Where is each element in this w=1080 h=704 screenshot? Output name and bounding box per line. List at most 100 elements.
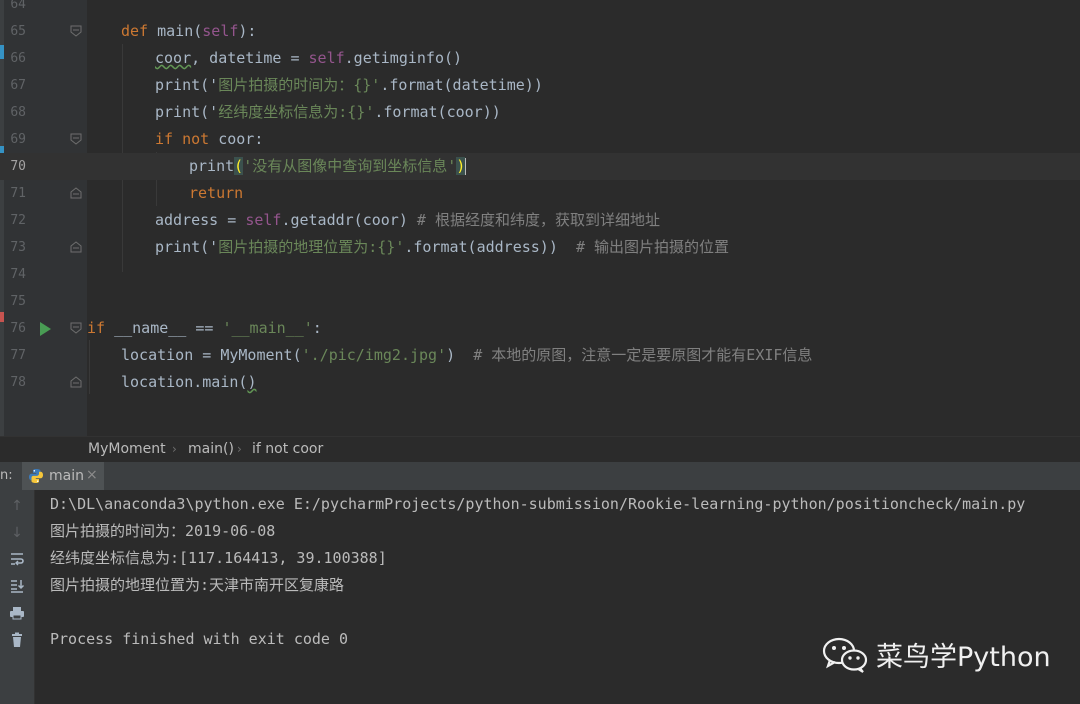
code-token: coor	[155, 49, 192, 67]
code-token: location.main(	[121, 373, 248, 391]
code-line[interactable]: 66 coor, datetime = self.getimginfo()	[0, 45, 1080, 72]
code-line[interactable]: 77 location = MyMoment('./pic/img2.jpg')…	[0, 342, 1080, 369]
console-line-command: D:\DL\anaconda3\python.exe E:/pycharmPro…	[50, 495, 1026, 513]
code-line[interactable]: 69 if not coor:	[0, 126, 1080, 153]
line-number: 70	[10, 159, 26, 174]
breadcrumb-item-class[interactable]: MyMoment	[88, 441, 166, 457]
fold-end-icon[interactable]	[70, 376, 82, 388]
line-number: 69	[10, 132, 26, 147]
code-token: )	[446, 346, 474, 364]
code-token: self	[245, 211, 282, 229]
up-arrow-icon[interactable]: ↑	[8, 497, 26, 515]
code-line[interactable]: 76 if __name__ == '__main__':	[0, 315, 1080, 342]
code-token: __name__ ==	[105, 319, 223, 337]
code-token: print('	[155, 238, 219, 256]
breadcrumb-item-function[interactable]: main()	[188, 441, 234, 457]
code-line[interactable]: 78 location.main()	[0, 369, 1080, 396]
code-line[interactable]: 74	[0, 261, 1080, 288]
trash-icon[interactable]	[8, 632, 26, 650]
code-token: '	[395, 238, 405, 256]
code-line[interactable]: 71 return	[0, 180, 1080, 207]
code-token: .getimginfo()	[344, 49, 463, 67]
code-token: (	[193, 22, 203, 40]
line-number: 65	[10, 24, 26, 39]
code-token: :	[312, 319, 322, 337]
code-line[interactable]: 67 print('图片拍摄的时间为：{}'.format(datetime))	[0, 72, 1080, 99]
code-line[interactable]: 65 def main(self):	[0, 18, 1080, 45]
code-comment: # 本地的原图，注意一定是要原图才能有EXIF信息	[473, 346, 813, 364]
code-token: print('	[155, 76, 219, 94]
code-token: './pic/img2.jpg'	[301, 346, 447, 364]
console-line: 经纬度坐标信息为:[117.164413, 39.100388]	[50, 549, 387, 567]
line-number: 76	[10, 321, 26, 336]
code-editor[interactable]: 64 65 def main(self): 66 coor, datetime …	[0, 0, 1080, 436]
line-number: 74	[10, 267, 26, 282]
print-icon[interactable]	[8, 605, 26, 623]
code-token: def	[121, 22, 149, 40]
fold-end-icon[interactable]	[70, 187, 82, 199]
code-token: if	[87, 319, 106, 337]
code-token: .format(coor))	[374, 103, 501, 121]
code-line[interactable]: 64	[0, 0, 1080, 18]
python-icon	[29, 469, 43, 483]
run-tab-main[interactable]: main ×	[22, 462, 104, 490]
console-line: 图片拍摄的地理位置为:天津市南开区复康路	[50, 576, 345, 594]
code-token: '	[371, 76, 381, 94]
code-token: .format(datetime))	[380, 76, 543, 94]
code-comment: # 输出图片拍摄的位置	[575, 238, 729, 256]
code-token: '	[365, 103, 375, 121]
line-number: 78	[10, 375, 26, 390]
code-token: , datetime =	[191, 49, 309, 67]
line-number: 72	[10, 213, 26, 228]
code-token: not	[182, 130, 210, 148]
code-line[interactable]: 68 print('经纬度坐标信息为:{}'.format(coor))	[0, 99, 1080, 126]
code-token: .format(address))	[404, 238, 576, 256]
console-line: 图片拍摄的时间为：2019-06-08	[50, 522, 276, 540]
code-token: address =	[155, 211, 246, 229]
text-caret	[465, 158, 467, 175]
run-toolbar: ↑ ↓	[0, 490, 35, 704]
code-token: location = MyMoment(	[121, 346, 302, 364]
soft-wrap-icon[interactable]	[8, 551, 26, 569]
code-line[interactable]: 73 print('图片拍摄的地理位置为:{}'.format(address)…	[0, 234, 1080, 261]
breadcrumb-item-block[interactable]: if not coor	[252, 441, 323, 457]
line-number: 71	[10, 186, 26, 201]
code-token: '没有从图像中查询到坐标信息'	[243, 157, 457, 175]
fold-toggle-icon[interactable]	[70, 322, 82, 334]
code-token: coor:	[209, 130, 264, 148]
matched-bracket: )	[456, 157, 466, 175]
close-tab-icon[interactable]: ×	[86, 467, 98, 483]
breadcrumb: MyMoment › main() › if not coor	[0, 436, 1080, 463]
code-line-current[interactable]: 70 print('没有从图像中查询到坐标信息')	[0, 153, 1080, 180]
line-number: 64	[10, 0, 26, 12]
code-token: main	[148, 22, 194, 40]
run-gutter-icon[interactable]	[40, 322, 51, 336]
fold-end-icon[interactable]	[70, 241, 82, 253]
watermark-text: 菜鸟学Python	[876, 642, 1051, 673]
code-token: if	[155, 130, 174, 148]
code-token: '__main__'	[222, 319, 313, 337]
line-number: 66	[10, 51, 26, 66]
scroll-to-end-icon[interactable]	[8, 578, 26, 596]
code-comment: # 根据经度和纬度，获取到详细地址	[416, 211, 660, 229]
code-token: )	[247, 373, 257, 391]
line-number: 73	[10, 240, 26, 255]
code-token: 图片拍摄的时间为：{}	[218, 76, 372, 94]
fold-toggle-icon[interactable]	[70, 133, 82, 145]
code-token: .getaddr(coor)	[281, 211, 408, 229]
line-number: 77	[10, 348, 26, 363]
code-token: 经纬度坐标信息为:{}	[218, 103, 366, 121]
line-number: 68	[10, 105, 26, 120]
wechat-icon	[822, 637, 868, 673]
code-token: print('	[155, 103, 219, 121]
down-arrow-icon[interactable]: ↓	[8, 524, 26, 542]
code-token: ):	[238, 22, 257, 40]
run-tab-label: main	[49, 468, 84, 484]
code-line[interactable]: 75	[0, 288, 1080, 315]
code-line[interactable]: 72 address = self.getaddr(coor) # 根据经度和纬…	[0, 207, 1080, 234]
code-token: print	[189, 157, 235, 175]
code-token: self	[308, 49, 345, 67]
fold-toggle-icon[interactable]	[70, 25, 82, 37]
code-token: return	[189, 184, 244, 202]
